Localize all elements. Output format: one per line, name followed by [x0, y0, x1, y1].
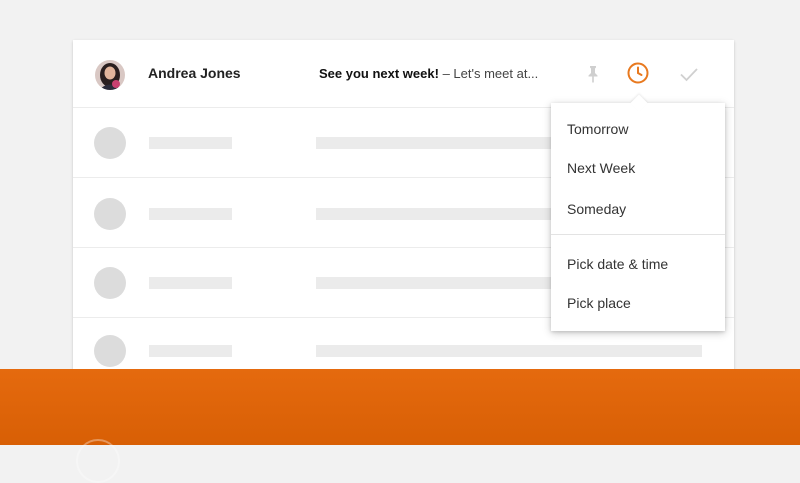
sender-placeholder: [149, 277, 232, 289]
avatar-placeholder: [94, 267, 126, 299]
avatar: [95, 60, 125, 90]
snooze-option-someday[interactable]: Someday: [551, 191, 725, 227]
sender-placeholder: [149, 345, 232, 357]
avatar-placeholder: [94, 127, 126, 159]
avatar-placeholder: [94, 198, 126, 230]
snooze-option-next-week[interactable]: Next Week: [551, 150, 725, 186]
sender-placeholder: [149, 137, 232, 149]
snippet-placeholder: [316, 208, 556, 220]
snooze-option-pick-date-time[interactable]: Pick date & time: [551, 246, 725, 282]
snooze-option-pick-place[interactable]: Pick place: [551, 285, 725, 321]
email-snippet: See you next week! – Let's meet at...: [319, 66, 555, 81]
snippet-placeholder: [316, 277, 556, 289]
snippet-placeholder: [316, 137, 556, 149]
orange-banner: [0, 369, 800, 483]
pin-icon[interactable]: [581, 62, 605, 86]
snooze-menu: Tomorrow Next Week Someday Pick date & t…: [551, 103, 725, 331]
sender-name: Andrea Jones: [148, 65, 241, 81]
email-preview: Let's meet at...: [453, 66, 539, 81]
email-subject: See you next week!: [319, 66, 439, 81]
circle-icon: [76, 439, 120, 483]
menu-divider: [551, 234, 725, 235]
snippet-placeholder: [316, 345, 702, 357]
avatar-placeholder: [94, 335, 126, 367]
sender-placeholder: [149, 208, 232, 220]
snooze-option-tomorrow[interactable]: Tomorrow: [551, 111, 725, 147]
subject-separator: –: [438, 66, 454, 81]
check-icon[interactable]: [677, 62, 701, 86]
clock-icon[interactable]: [626, 61, 650, 85]
